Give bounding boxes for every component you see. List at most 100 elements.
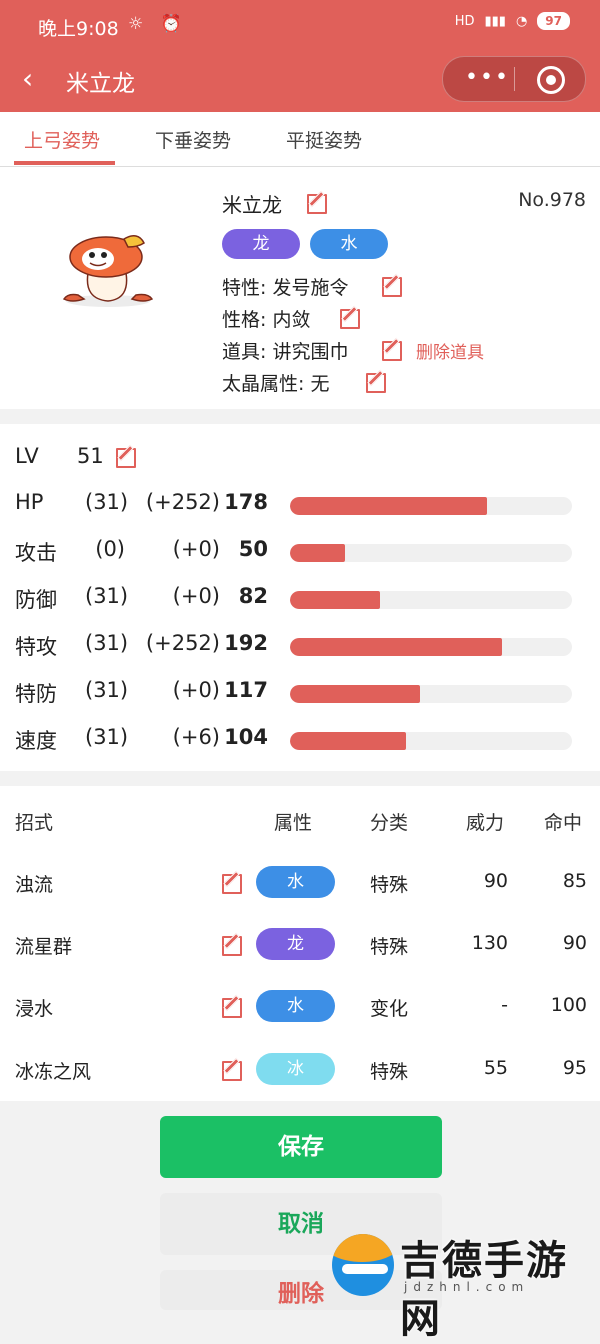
stat-iv: (0) bbox=[95, 537, 125, 561]
stat-name: 特防 bbox=[15, 682, 57, 706]
edit-item-icon[interactable] bbox=[382, 341, 402, 361]
move-type-chip: 龙 bbox=[256, 928, 335, 960]
move-category: 特殊 bbox=[370, 1061, 409, 1083]
stat-row-speed[interactable]: 速度 (31) (+6) 104 bbox=[0, 725, 600, 755]
ability-text: 特性: 发号施令 bbox=[222, 277, 349, 299]
stat-ev: (+0) bbox=[172, 537, 220, 561]
tab-pose-2[interactable]: 下垂姿势 bbox=[155, 126, 231, 153]
move-type-chip: 冰 bbox=[256, 1053, 335, 1085]
stat-total: 117 bbox=[224, 678, 268, 702]
stat-bar-fill bbox=[290, 685, 420, 703]
stat-iv: (31) bbox=[85, 490, 129, 514]
stat-bar-fill bbox=[290, 497, 488, 515]
pokemon-info-card: 米立龙 No.978 龙 水 特性: 发号施令 性格: 内敛 道具: 讲究围巾 … bbox=[0, 167, 600, 409]
stat-total: 178 bbox=[224, 490, 268, 514]
move-accuracy: 100 bbox=[550, 994, 587, 1016]
stat-iv: (31) bbox=[85, 584, 129, 608]
move-row[interactable]: 浸水 水 变化 - 100 bbox=[0, 990, 600, 1024]
move-power: 55 bbox=[483, 1057, 508, 1079]
move-category: 特殊 bbox=[370, 874, 409, 896]
level-value: 51 bbox=[77, 444, 104, 468]
network-icon: HD bbox=[454, 13, 475, 29]
stat-iv: (31) bbox=[85, 631, 129, 655]
stat-bar-track bbox=[290, 732, 572, 750]
moves-header-accuracy: 命中 bbox=[544, 812, 583, 834]
remove-item-link[interactable]: 删除道具 bbox=[416, 338, 484, 363]
stat-ev: (+0) bbox=[172, 584, 220, 608]
stat-bar-fill bbox=[290, 544, 345, 562]
moves-card: 招式 属性 分类 威力 命中 浊流 水 特殊 90 85 流星群 龙 特殊 13… bbox=[0, 786, 600, 1101]
level-label: LV bbox=[15, 444, 39, 468]
stat-bar-fill bbox=[290, 591, 381, 609]
pokemon-name: 米立龙 bbox=[222, 193, 282, 217]
stat-bar-fill bbox=[290, 732, 406, 750]
capsule-divider bbox=[514, 67, 515, 91]
more-icon[interactable]: ••• bbox=[465, 65, 510, 90]
edit-move-icon[interactable] bbox=[222, 998, 242, 1018]
stat-name: 特攻 bbox=[15, 635, 57, 659]
move-power: - bbox=[501, 994, 508, 1016]
move-row[interactable]: 浊流 水 特殊 90 85 bbox=[0, 866, 600, 900]
back-icon[interactable]: ‹ bbox=[22, 64, 33, 94]
moves-header-move: 招式 bbox=[15, 812, 54, 834]
move-power: 130 bbox=[471, 932, 508, 954]
status-time: 晚上9:08 bbox=[38, 18, 119, 40]
stat-ev: (+6) bbox=[172, 725, 220, 749]
move-name: 冰冻之风 bbox=[15, 1061, 92, 1083]
watermark: 吉德手游网 jdzhnl.com bbox=[332, 1228, 600, 1342]
stat-row-defense[interactable]: 防御 (31) (+0) 82 bbox=[0, 584, 600, 614]
move-accuracy: 95 bbox=[562, 1057, 587, 1079]
item-text: 道具: 讲究围巾 bbox=[222, 341, 349, 363]
edit-nature-icon[interactable] bbox=[340, 309, 360, 329]
edit-ability-icon[interactable] bbox=[382, 277, 402, 297]
move-row[interactable]: 冰冻之风 冰 特殊 55 95 bbox=[0, 1053, 600, 1087]
battery-icon: 97 bbox=[537, 12, 570, 30]
edit-move-icon[interactable] bbox=[222, 874, 242, 894]
stat-total: 50 bbox=[238, 537, 268, 561]
stats-card: LV 51 HP (31) (+252) 178 攻击 (0) (+0) 50 … bbox=[0, 424, 600, 771]
page-title: 米立龙 bbox=[66, 71, 135, 97]
pose-tabs: 上弓姿势 下垂姿势 平挺姿势 bbox=[0, 112, 600, 167]
stat-iv: (31) bbox=[85, 678, 129, 702]
move-type-chip: 水 bbox=[256, 866, 335, 898]
stat-bar-fill bbox=[290, 638, 502, 656]
edit-name-icon[interactable] bbox=[307, 194, 327, 214]
stat-name: 防御 bbox=[15, 588, 57, 612]
move-type-chip: 水 bbox=[256, 990, 335, 1022]
status-icons: ☼ ⏰ bbox=[128, 14, 188, 34]
close-target-icon[interactable] bbox=[537, 66, 565, 94]
stat-iv: (31) bbox=[85, 725, 129, 749]
move-accuracy: 85 bbox=[562, 870, 587, 892]
stat-name: 攻击 bbox=[15, 541, 57, 565]
save-button[interactable]: 保存 bbox=[160, 1116, 442, 1178]
wifi-icon: ◔ bbox=[515, 13, 528, 29]
edit-move-icon[interactable] bbox=[222, 1061, 242, 1081]
tab-pose-3[interactable]: 平挺姿势 bbox=[286, 126, 362, 153]
stat-row-hp[interactable]: HP (31) (+252) 178 bbox=[0, 490, 600, 520]
stat-name: HP bbox=[15, 490, 44, 514]
stat-row-attack[interactable]: 攻击 (0) (+0) 50 bbox=[0, 537, 600, 567]
move-power: 90 bbox=[483, 870, 508, 892]
edit-level-icon[interactable] bbox=[116, 448, 136, 468]
moves-header-type: 属性 bbox=[274, 812, 313, 834]
edit-move-icon[interactable] bbox=[222, 936, 242, 956]
stat-ev: (+252) bbox=[145, 631, 220, 655]
stat-bar-track bbox=[290, 591, 572, 609]
stat-row-sp-attack[interactable]: 特攻 (31) (+252) 192 bbox=[0, 631, 600, 661]
watermark-logo-icon bbox=[332, 1234, 394, 1296]
move-row[interactable]: 流星群 龙 特殊 130 90 bbox=[0, 928, 600, 962]
stat-bar-track bbox=[290, 497, 572, 515]
nature-text: 性格: 内敛 bbox=[222, 309, 311, 331]
move-category: 特殊 bbox=[370, 936, 409, 958]
status-right: HD ▮▮▮ ◔ 97 bbox=[455, 12, 570, 30]
move-category: 变化 bbox=[370, 998, 409, 1020]
type-chip-dragon: 龙 bbox=[222, 229, 300, 259]
moves-header-category: 分类 bbox=[370, 812, 409, 834]
stat-row-sp-defense[interactable]: 特防 (31) (+0) 117 bbox=[0, 678, 600, 708]
tab-pose-1[interactable]: 上弓姿势 bbox=[24, 126, 100, 153]
signal-icon: ▮▮▮ bbox=[484, 13, 506, 29]
stat-ev: (+252) bbox=[145, 490, 220, 514]
tera-text: 太晶属性: 无 bbox=[222, 373, 330, 395]
move-name: 浊流 bbox=[15, 874, 54, 896]
edit-tera-icon[interactable] bbox=[366, 373, 386, 393]
